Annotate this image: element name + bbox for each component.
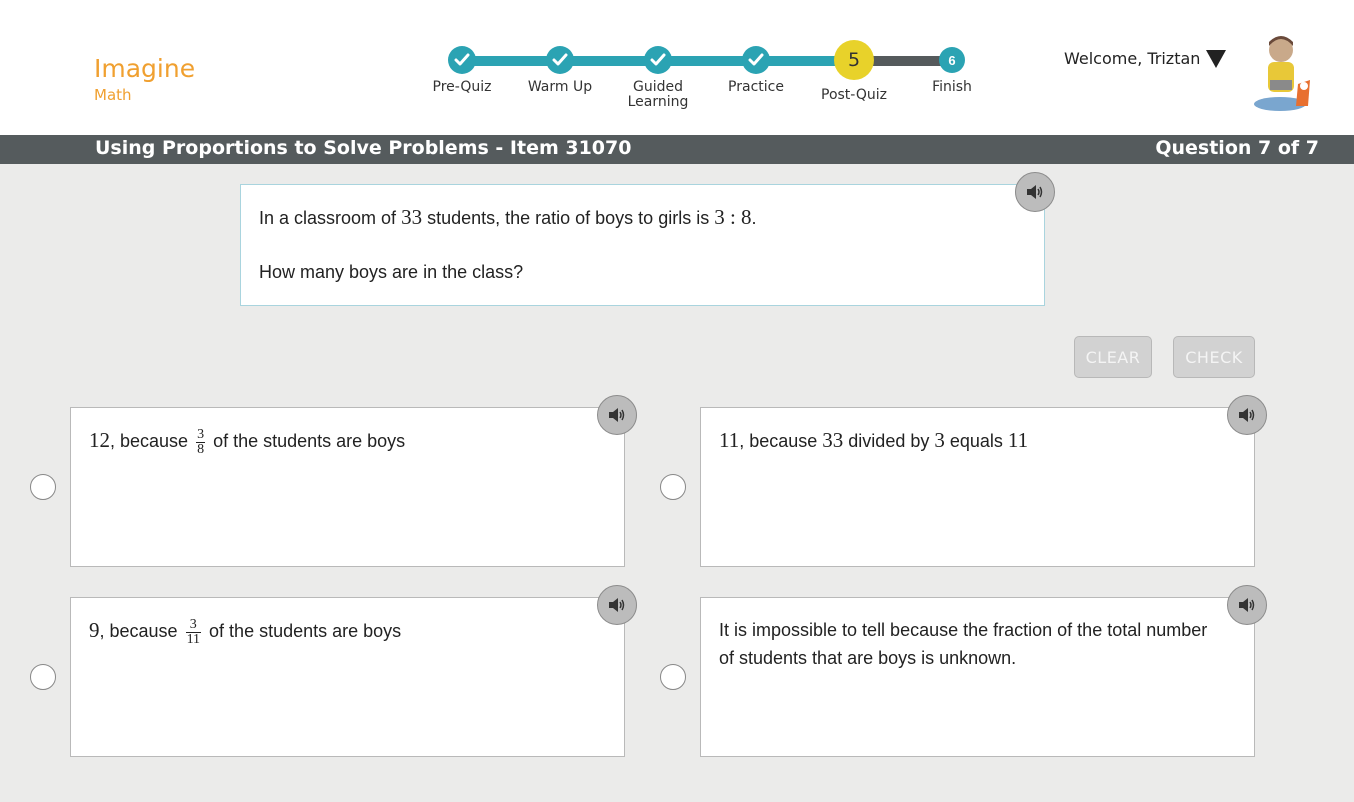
step-label-prequiz: Pre-Quiz: [432, 79, 492, 95]
lesson-title-bar: Using Proportions to Solve Problems - It…: [0, 135, 1354, 164]
step-practice-check-icon: [742, 46, 770, 74]
fraction-3-11: 3 11: [185, 616, 202, 647]
choice-c-text: 9, because 3 11 of the students are boys: [89, 616, 402, 647]
imagine-math-logo: Imagine Math: [94, 54, 195, 104]
speaker-icon[interactable]: [1227, 395, 1267, 435]
fraction-3-8: 38: [196, 426, 206, 457]
lesson-title: Using Proportions to Solve Problems - It…: [95, 137, 632, 159]
step-label-guided: Guided Learning: [627, 79, 689, 110]
top-bar: Imagine Math 5 6 Pre-Quiz Warm Up Guided…: [0, 0, 1354, 135]
step-finish-number: 6: [939, 47, 965, 73]
step-label-finish: Finish: [932, 79, 972, 95]
clear-button[interactable]: CLEAR: [1074, 336, 1152, 378]
lesson-progress: 5 6 Pre-Quiz Warm Up Guided Learning Pra…: [420, 40, 1000, 120]
step-label-warmup: Warm Up: [527, 79, 593, 95]
speaker-icon[interactable]: [597, 585, 637, 625]
welcome-text: Welcome, Triztan: [1064, 49, 1201, 68]
check-button[interactable]: CHECK: [1173, 336, 1255, 378]
choice-d-radio[interactable]: [660, 664, 686, 690]
logo-title: Imagine: [94, 54, 196, 83]
choice-c[interactable]: 9, because 3 11 of the students are boys: [70, 597, 625, 757]
step-guided-check-icon: [644, 46, 672, 74]
speaker-icon[interactable]: [1015, 172, 1055, 212]
choice-d-text: It is impossible to tell because the fra…: [719, 620, 1208, 668]
step-warmup-check-icon: [546, 46, 574, 74]
caret-down-icon[interactable]: [1206, 49, 1227, 68]
choice-a[interactable]: 12, because 38 of the students are boys: [70, 407, 625, 567]
question-prompt: In a classroom of 33 students, the ratio…: [240, 184, 1045, 306]
choice-c-radio[interactable]: [30, 664, 56, 690]
step-label-postquiz: Post-Quiz: [821, 87, 887, 103]
question-line-2: How many boys are in the class?: [259, 262, 524, 282]
step-prequiz-check-icon: [448, 46, 476, 74]
step-postquiz-number: 5: [834, 40, 874, 80]
ratio-value: 3 : 8: [714, 205, 752, 229]
choice-b[interactable]: 11, because 33 divided by 3 equals 11: [700, 407, 1255, 567]
choice-a-radio[interactable]: [30, 474, 56, 500]
avatar[interactable]: [1248, 34, 1314, 112]
logo-subtitle: Math: [94, 86, 132, 104]
choice-b-text: 11, because 33 divided by 3 equals 11: [719, 428, 1029, 452]
choice-d[interactable]: It is impossible to tell because the fra…: [700, 597, 1255, 757]
choice-b-radio[interactable]: [660, 474, 686, 500]
total-students: 33: [401, 205, 423, 229]
question-line-1: In a classroom of 33 students, the ratio…: [259, 205, 757, 229]
step-label-practice: Practice: [728, 79, 784, 95]
speaker-icon[interactable]: [597, 395, 637, 435]
speaker-icon[interactable]: [1227, 585, 1267, 625]
question-counter: Question 7 of 7: [1155, 137, 1319, 159]
user-menu[interactable]: Welcome, Triztan: [1064, 49, 1227, 68]
choice-a-text: 12, because 38 of the students are boys: [89, 426, 406, 457]
